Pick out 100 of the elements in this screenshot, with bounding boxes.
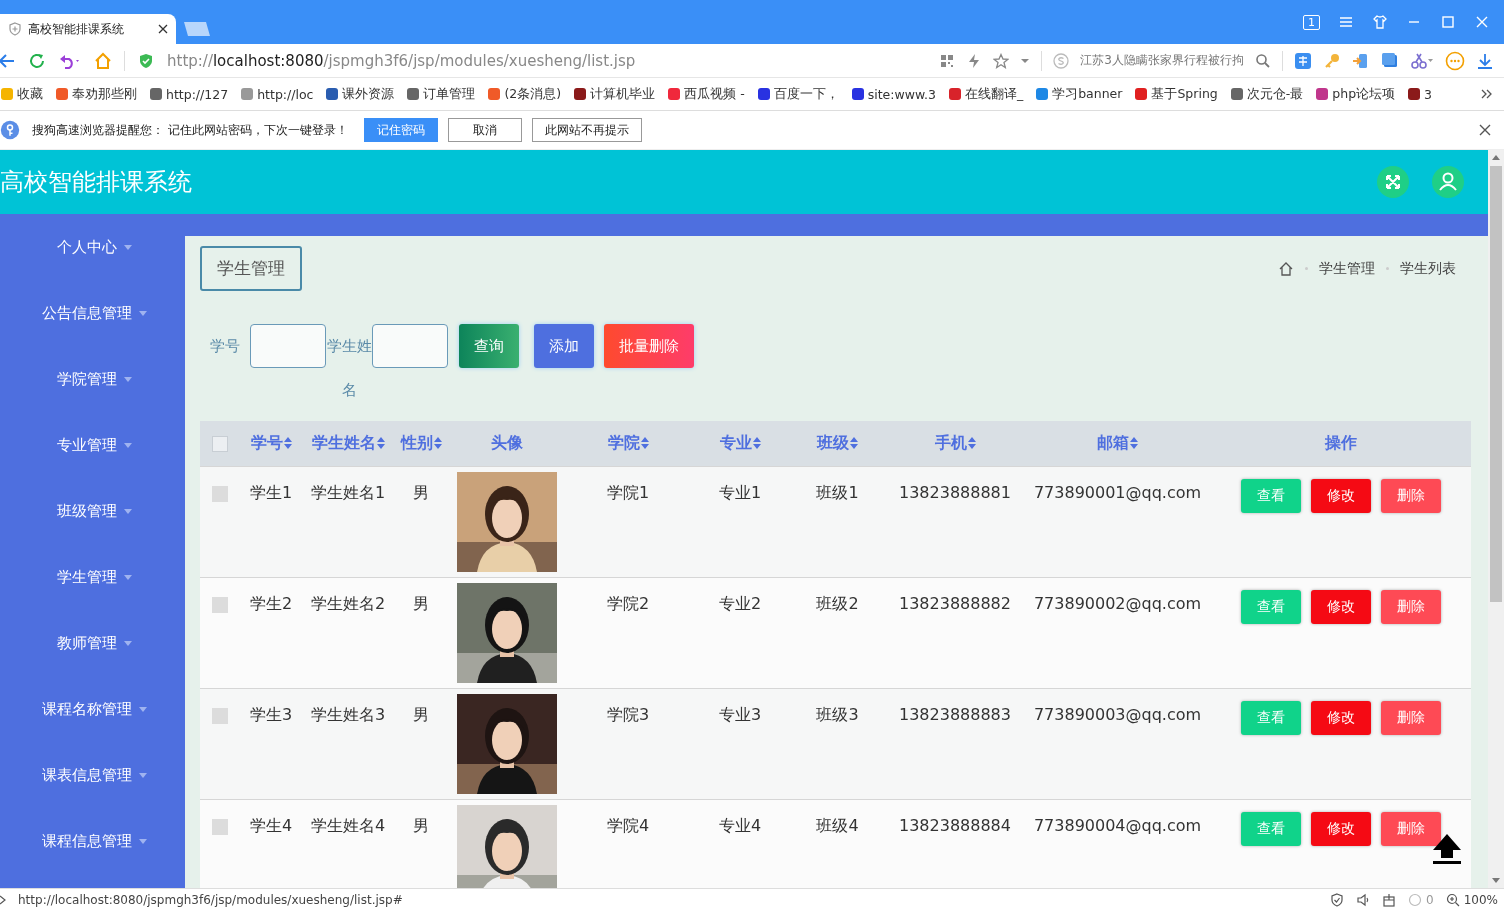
row-action-button[interactable]: 修改 [1310, 811, 1371, 846]
bookmark-link[interactable]: 百度一下， [773, 85, 839, 103]
checkbox[interactable] [212, 485, 228, 502]
sidebar-item[interactable]: 学生管理 [53, 563, 121, 591]
sort-icon[interactable] [376, 437, 385, 450]
row-action-button[interactable]: 修改 [1310, 589, 1371, 624]
sidebar-item[interactable]: 专业管理 [53, 431, 121, 459]
bookmark-link[interactable]: 课外资源 [342, 85, 395, 103]
bookmark-link[interactable]: 奉劝那些刚 [72, 85, 137, 103]
sort-icon[interactable] [850, 437, 858, 450]
translate-icon[interactable] [1294, 51, 1312, 70]
row-action-button[interactable]: 删除 [1380, 589, 1441, 624]
shield-check-icon[interactable] [1330, 892, 1345, 907]
breadcrumb-item[interactable]: 学生管理 [1319, 259, 1375, 278]
adblock-icon[interactable] [1408, 892, 1423, 907]
sort-icon[interactable] [640, 437, 649, 450]
row-action-button[interactable]: 删除 [1380, 478, 1441, 513]
search-field[interactable]: 江苏3人隐瞒张家界行程被行拘 [1080, 52, 1244, 69]
key-icon[interactable] [1323, 51, 1341, 70]
bookmark-link[interactable]: 订单管理 [423, 85, 476, 103]
column-header[interactable]: 学生姓名 [311, 432, 385, 454]
bookmark-link[interactable]: 西瓜视频 - [684, 85, 745, 103]
chevron-right-icon[interactable] [1480, 87, 1494, 101]
sidebar-item[interactable]: 教师管理 [53, 629, 121, 657]
url-field[interactable]: http://localhost:8080/jspmgh3f6/jsp/modules/xuesheng/list.jsp [167, 51, 636, 70]
sidebar-item[interactable]: 学院管理 [53, 365, 121, 393]
zoom-icon[interactable] [1445, 892, 1460, 907]
column-header[interactable]: 手机 [934, 432, 976, 454]
sort-icon[interactable] [1130, 437, 1138, 450]
bookmark-link[interactable]: 收藏 [17, 85, 43, 103]
column-header[interactable]: 班级 [817, 432, 858, 454]
refresh-icon[interactable] [28, 51, 46, 70]
action-button[interactable]: 批量删除 [604, 324, 694, 368]
shirt-icon[interactable] [1372, 14, 1388, 30]
qr-code-icon[interactable] [939, 52, 956, 69]
user-icon[interactable] [1432, 166, 1464, 198]
breadcrumb-item[interactable]: 学生列表 [1400, 259, 1456, 278]
notice-button[interactable]: 取消 [447, 118, 522, 142]
notice-button[interactable]: 记住密码 [363, 118, 438, 142]
sort-icon[interactable] [967, 437, 976, 450]
bookmark-link[interactable]: 计算机毕业 [590, 85, 656, 103]
fullscreen-icon[interactable] [1377, 166, 1409, 198]
sort-icon[interactable] [433, 437, 442, 450]
checkbox[interactable] [212, 435, 228, 452]
back-arrow-icon[interactable] [0, 51, 16, 70]
new-tab-icon[interactable] [182, 20, 212, 38]
bookmark-link[interactable]: 在线翻译_ [964, 85, 1024, 103]
device-icon[interactable] [1352, 51, 1370, 70]
search-icon[interactable] [1255, 52, 1271, 69]
window-icon[interactable] [1381, 51, 1399, 70]
column-header[interactable]: 专业 [719, 432, 761, 454]
bookmark-link[interactable]: http://loc [257, 86, 314, 102]
home-icon[interactable] [1278, 260, 1294, 277]
checkbox[interactable] [212, 707, 228, 724]
action-button[interactable]: 查询 [459, 324, 519, 368]
column-header[interactable]: 学院 [607, 432, 649, 454]
bookmark-link[interactable]: (2条消息) [504, 85, 562, 103]
sidebar-item[interactable]: 课表信息管理 [38, 761, 136, 789]
speaker-icon[interactable] [1356, 892, 1371, 907]
search-engine-icon[interactable] [1053, 52, 1070, 69]
sidebar-item[interactable]: 课程名称管理 [38, 695, 136, 723]
bookmark-link[interactable]: php论坛项 [1332, 85, 1396, 103]
download-icon[interactable] [1476, 51, 1494, 70]
column-header[interactable]: 邮箱 [1097, 432, 1138, 454]
chevron-right-icon[interactable] [0, 894, 8, 905]
bookmark-link[interactable]: site:www.3 [867, 86, 936, 102]
action-button[interactable]: 添加 [534, 324, 594, 368]
sidebar-item[interactable]: 课程信息管理 [38, 827, 136, 855]
bookmark-link[interactable]: 3 [1424, 86, 1433, 102]
sidebar-item[interactable]: 个人中心 [53, 233, 121, 261]
bookmark-link[interactable]: 学习banner [1052, 85, 1123, 103]
row-action-button[interactable]: 删除 [1380, 811, 1441, 846]
close-icon[interactable] [1478, 123, 1492, 137]
sort-icon[interactable] [752, 437, 761, 450]
sidebar-item[interactable]: 班级管理 [53, 497, 121, 525]
bookmark-link[interactable]: 次元仓-最 [1246, 85, 1304, 103]
column-header[interactable]: 操作 [1324, 432, 1357, 454]
star-icon[interactable] [993, 52, 1010, 69]
column-header[interactable]: 学号 [250, 432, 292, 454]
column-header[interactable]: 性别 [400, 432, 442, 454]
notice-button[interactable]: 此网站不再提示 [531, 118, 642, 142]
row-action-button[interactable]: 修改 [1310, 478, 1371, 513]
maximize-icon[interactable] [1440, 14, 1456, 30]
column-header[interactable]: 头像 [491, 432, 523, 454]
row-action-button[interactable]: 删除 [1380, 700, 1441, 735]
checkbox[interactable] [212, 596, 228, 613]
bookmark-link[interactable]: http://127 [166, 86, 229, 102]
bookmark-link[interactable]: 基于Spring [1151, 85, 1218, 103]
zoom-level[interactable]: 100% [1463, 892, 1498, 907]
menu-icon[interactable] [1338, 14, 1354, 30]
window-count-badge[interactable]: 1 [1303, 14, 1320, 30]
input-field[interactable] [372, 324, 448, 368]
row-action-button[interactable]: 修改 [1310, 700, 1371, 735]
package-icon[interactable] [1382, 892, 1397, 907]
sort-icon[interactable] [283, 437, 292, 450]
input-field[interactable] [250, 324, 326, 368]
more-icon[interactable] [1445, 50, 1465, 71]
close-icon[interactable] [158, 24, 168, 34]
checkbox[interactable] [212, 818, 228, 835]
sidebar-item[interactable]: 公告信息管理 [38, 299, 136, 327]
